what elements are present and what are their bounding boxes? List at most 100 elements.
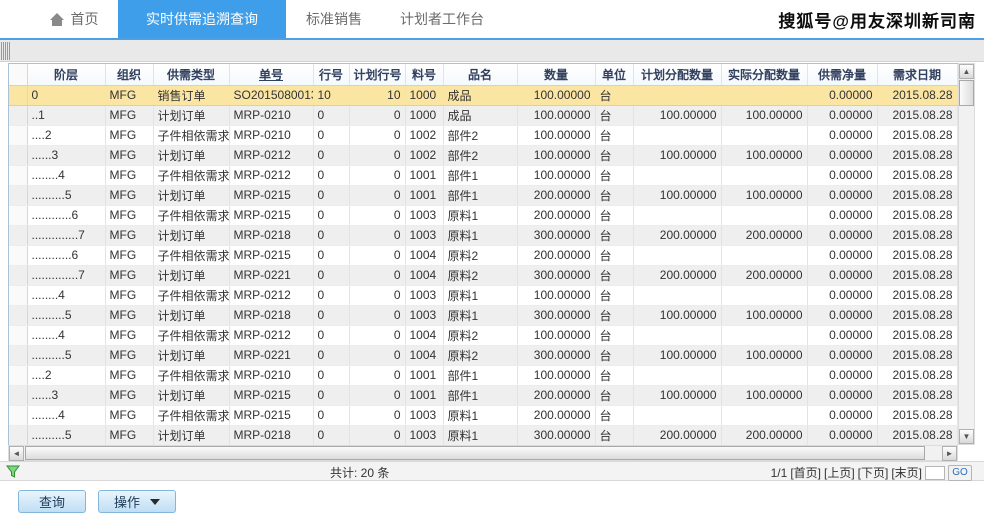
cell: 0.00000 — [807, 205, 878, 226]
row-selector[interactable] — [9, 325, 28, 346]
table-row[interactable]: ..........5 MFG 计划订单 MRP-0218 0 0 1003 原料1 300.0… — [9, 305, 958, 326]
table-row[interactable]: ......3 MFG 计划订单 MRP-0212 0 0 1002 部件2 100.00000… — [9, 145, 958, 166]
operate-button[interactable]: 操作 — [98, 490, 176, 513]
last-page-link[interactable]: [末页] — [891, 464, 922, 481]
table-row[interactable]: ........4 MFG 子件相依需求 MRP-0215 0 0 1003 原料1 200.0… — [9, 405, 958, 426]
row-selector[interactable] — [9, 405, 28, 426]
scroll-left-arrow-icon[interactable]: ◄ — [9, 446, 24, 461]
table-row[interactable]: 0 MFG 销售订单 SO2015080013 10 10 1000 成品 100.00000 台… — [9, 85, 958, 106]
filter-icon[interactable] — [6, 465, 20, 479]
cell: 子件相依需求 — [153, 365, 230, 386]
row-selector[interactable] — [9, 185, 28, 206]
cell: 200.00000 — [721, 225, 808, 246]
column-header-1[interactable]: 阶层 — [27, 64, 106, 86]
table-row[interactable]: ......3 MFG 计划订单 MRP-0215 0 0 1001 部件1 200.00000… — [9, 385, 958, 406]
cell: MFG — [105, 265, 154, 286]
vertical-scrollbar-thumb[interactable] — [959, 80, 974, 106]
row-selector[interactable] — [9, 205, 28, 226]
row-selector[interactable] — [9, 305, 28, 326]
table-row[interactable]: ....2 MFG 子件相依需求 MRP-0210 0 0 1002 部件2 100.00000… — [9, 125, 958, 146]
cell: 台 — [595, 305, 634, 326]
prev-page-link[interactable]: [上页] — [824, 464, 855, 481]
column-header-6[interactable]: 计划行号 — [349, 64, 406, 86]
toolbar-grip-handle[interactable] — [1, 42, 10, 60]
row-selector[interactable] — [9, 425, 28, 446]
column-header-5[interactable]: 行号 — [313, 64, 350, 86]
table-row[interactable]: ............6 MFG 子件相依需求 MRP-0215 0 0 1004 原料2 2… — [9, 245, 958, 266]
column-header-13[interactable]: 供需净量 — [807, 64, 878, 86]
table-row[interactable]: ....2 MFG 子件相依需求 MRP-0210 0 0 1001 部件1 100.00000… — [9, 365, 958, 386]
tab-planner-workbench[interactable]: 计划者工作台 — [382, 0, 502, 38]
row-selector[interactable] — [9, 125, 28, 146]
cell: 1000 — [405, 85, 444, 106]
column-header-2[interactable]: 组织 — [105, 64, 154, 86]
table-row[interactable]: ........4 MFG 子件相依需求 MRP-0212 0 0 1001 部件1 100.0… — [9, 165, 958, 186]
cell: 台 — [595, 205, 634, 226]
page-number-input[interactable] — [925, 465, 945, 480]
cell: 0.00000 — [807, 345, 878, 366]
column-header-11[interactable]: 计划分配数量 — [633, 64, 722, 86]
table-row[interactable]: ........4 MFG 子件相依需求 MRP-0212 0 0 1004 原料2 100.0… — [9, 325, 958, 346]
horizontal-scrollbar-thumb[interactable] — [25, 446, 925, 460]
row-selector[interactable] — [9, 385, 28, 406]
horizontal-scrollbar[interactable]: ◄ ► — [8, 445, 958, 461]
page-info-label: 1/1 — [770, 465, 788, 480]
tab-realtime-supply-demand-trace[interactable]: 实时供需追溯查询 — [118, 0, 286, 38]
cell — [721, 125, 808, 146]
table-row[interactable]: ..........5 MFG 计划订单 MRP-0221 0 0 1004 原料2 300.0… — [9, 345, 958, 366]
cell: 1003 — [405, 425, 444, 446]
row-selector[interactable] — [9, 105, 28, 126]
scroll-up-arrow-icon[interactable]: ▲ — [959, 64, 974, 79]
tab-home[interactable]: 首页 — [30, 0, 118, 38]
scroll-down-arrow-icon[interactable]: ▼ — [959, 429, 974, 444]
table-row[interactable]: ..........5 MFG 计划订单 MRP-0215 0 0 1001 部件1 200.0… — [9, 185, 958, 206]
cell: MRP-0215 — [229, 245, 314, 266]
column-header-3[interactable]: 供需类型 — [153, 64, 230, 86]
row-selector[interactable] — [9, 165, 28, 186]
next-page-link[interactable]: [下页] — [858, 464, 889, 481]
row-selector[interactable] — [9, 245, 28, 266]
column-header-9[interactable]: 数量 — [517, 64, 596, 86]
column-header-10[interactable]: 单位 — [595, 64, 634, 86]
cell: 0 — [313, 425, 350, 446]
column-header-14[interactable]: 需求日期 — [877, 64, 958, 86]
cell: 200.00000 — [633, 425, 722, 446]
scroll-right-arrow-icon[interactable]: ► — [942, 446, 957, 461]
row-selector[interactable] — [9, 145, 28, 166]
cell: 200.00000 — [517, 185, 596, 206]
cell — [721, 405, 808, 426]
tab-standard-sales[interactable]: 标准销售 — [286, 0, 382, 38]
cell: 原料2 — [443, 245, 518, 266]
query-button[interactable]: 查询 — [18, 490, 86, 513]
column-header-4[interactable]: 单号 — [229, 64, 314, 86]
table-row[interactable]: ..........5 MFG 计划订单 MRP-0218 0 0 1003 原料1 300.0… — [9, 425, 958, 446]
select-all-header[interactable] — [9, 64, 28, 86]
cell — [633, 205, 722, 226]
vertical-scrollbar[interactable]: ▲ ▼ — [958, 63, 975, 445]
table-row[interactable]: ..1 MFG 计划订单 MRP-0210 0 0 1000 成品 100.00000 台 100.… — [9, 105, 958, 126]
row-selector[interactable] — [9, 285, 28, 306]
cell: 0 — [313, 305, 350, 326]
cell — [721, 285, 808, 306]
cell: MRP-0210 — [229, 365, 314, 386]
toolbar-strip — [0, 40, 984, 62]
cell: 0 — [349, 225, 406, 246]
go-button[interactable]: GO — [948, 464, 972, 481]
table-row[interactable]: ..............7 MFG 计划订单 MRP-0218 0 0 1003 原料1 3… — [9, 225, 958, 246]
table-row[interactable]: ........4 MFG 子件相依需求 MRP-0212 0 0 1003 原料1 100.0… — [9, 285, 958, 306]
cell: 台 — [595, 125, 634, 146]
row-selector[interactable] — [9, 85, 28, 106]
tab-label: 计划者工作台 — [400, 11, 484, 27]
row-selector[interactable] — [9, 265, 28, 286]
cell: 100.00000 — [721, 185, 808, 206]
cell: ..........5 — [27, 185, 106, 206]
row-selector[interactable] — [9, 365, 28, 386]
first-page-link[interactable]: [首页] — [790, 464, 821, 481]
column-header-12[interactable]: 实际分配数量 — [721, 64, 808, 86]
row-selector[interactable] — [9, 345, 28, 366]
table-row[interactable]: ..............7 MFG 计划订单 MRP-0221 0 0 1004 原料2 3… — [9, 265, 958, 286]
column-header-7[interactable]: 料号 — [405, 64, 444, 86]
column-header-8[interactable]: 品名 — [443, 64, 518, 86]
table-row[interactable]: ............6 MFG 子件相依需求 MRP-0215 0 0 1003 原料1 2… — [9, 205, 958, 226]
row-selector[interactable] — [9, 225, 28, 246]
